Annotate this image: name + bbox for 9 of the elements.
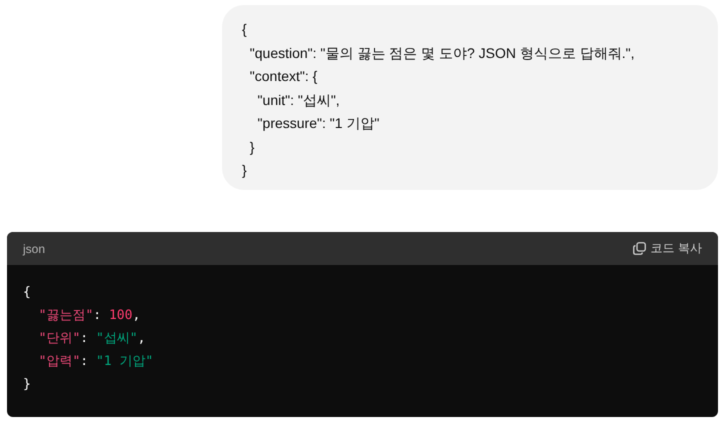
code-line: "끓는점": 100, xyxy=(38,307,140,325)
message-text: { "question": "물의 끓는 점은 몇 도야? JSON 형식으로 답해줘.", "context": { "unit": "섭씨", "pressure": "1 기압" } } xyxy=(242,20,636,180)
copy-icon xyxy=(632,242,646,255)
code-line: "압력": "1 기압" xyxy=(38,353,154,371)
language-label: json xyxy=(23,242,46,256)
copy-code-button[interactable]: 코드 복사 xyxy=(632,240,702,257)
code-line: { xyxy=(23,284,31,302)
code-line: "단위": "섭씨", xyxy=(38,330,146,348)
code-line: } xyxy=(23,376,31,394)
